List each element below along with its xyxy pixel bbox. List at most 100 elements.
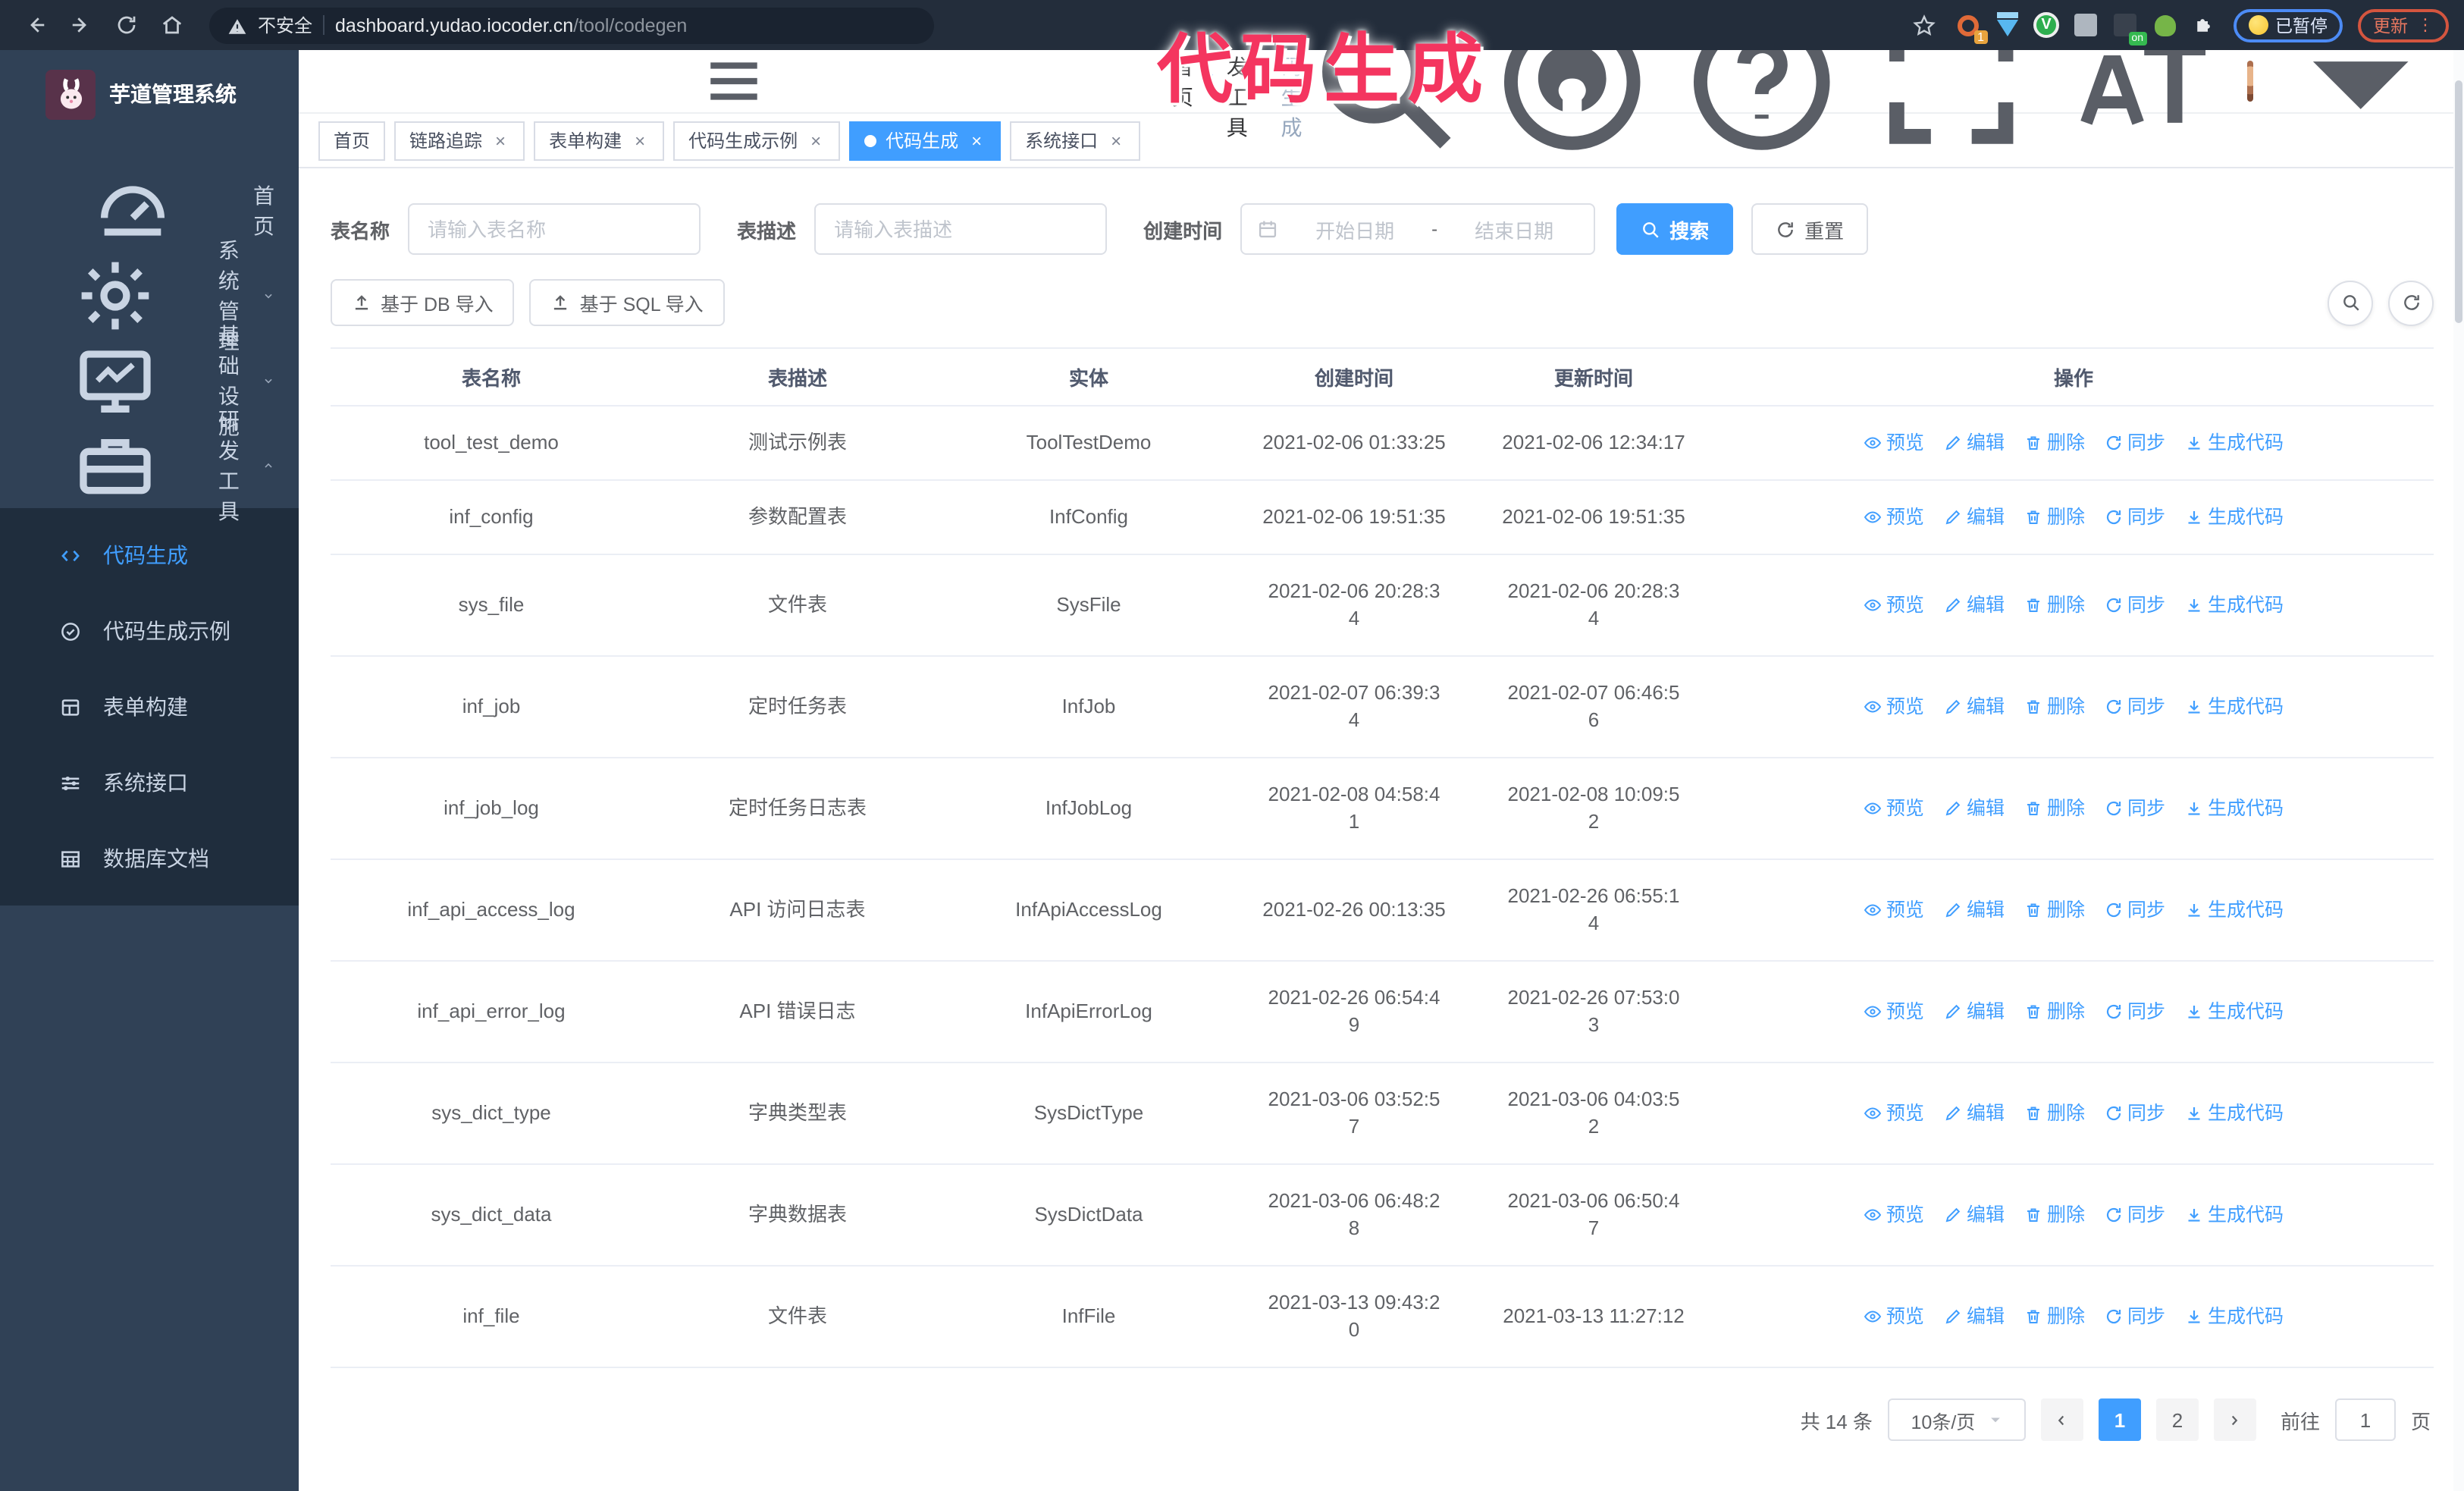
extension-icon-on[interactable]: on <box>2108 8 2146 45</box>
sidebar-item-codegen-example[interactable]: 代码生成示例 <box>0 593 299 669</box>
preview-link[interactable]: 预览 <box>1864 1201 1924 1229</box>
browser-back-button[interactable] <box>15 5 55 45</box>
delete-link[interactable]: 删除 <box>2024 795 2085 822</box>
tab-system-api[interactable]: 系统接口 × <box>1010 121 1141 160</box>
user-avatar[interactable] <box>2247 61 2254 102</box>
sidebar-item-dev-tools[interactable]: 研发工具 <box>0 408 299 523</box>
page-button-2[interactable]: 2 <box>2155 1398 2199 1441</box>
preview-link[interactable]: 预览 <box>1864 998 1924 1025</box>
prev-page-button[interactable] <box>2040 1398 2083 1441</box>
edit-link[interactable]: 编辑 <box>1944 1201 2005 1229</box>
browser-forward-button[interactable] <box>61 5 100 45</box>
scrollbar-thumb[interactable] <box>2455 80 2462 323</box>
preview-link[interactable]: 预览 <box>1864 693 1924 720</box>
close-icon[interactable]: × <box>1107 130 1125 151</box>
reset-button[interactable]: 重置 <box>1751 203 1869 255</box>
edit-link[interactable]: 编辑 <box>1944 592 2005 619</box>
goto-page-input[interactable] <box>2334 1398 2396 1441</box>
sync-link[interactable]: 同步 <box>2105 592 2165 619</box>
preview-link[interactable]: 预览 <box>1864 592 1924 619</box>
extension-icon-gem[interactable] <box>1990 8 2024 42</box>
sync-link[interactable]: 同步 <box>2105 998 2165 1025</box>
sync-link[interactable]: 同步 <box>2105 504 2165 531</box>
generate-code-link[interactable]: 生成代码 <box>2185 1100 2284 1127</box>
sidebar-item-codegen[interactable]: 代码生成 <box>0 517 299 593</box>
delete-link[interactable]: 删除 <box>2024 896 2085 924</box>
browser-reload-button[interactable] <box>106 5 146 45</box>
sidebar-item-infrastructure[interactable]: 基础设施 <box>0 323 299 438</box>
browser-home-button[interactable] <box>152 5 191 45</box>
preview-link[interactable]: 预览 <box>1864 1303 1924 1330</box>
paused-badge[interactable]: 已暂停 <box>2233 8 2343 42</box>
sidebar-item-system-management[interactable]: 系统管理 <box>0 238 299 353</box>
extension-icon-orange[interactable]: 1 <box>1951 8 1987 43</box>
generate-code-link[interactable]: 生成代码 <box>2185 429 2284 457</box>
generate-code-link[interactable]: 生成代码 <box>2185 693 2284 720</box>
end-date-placeholder[interactable]: 结束日期 <box>1450 215 1578 243</box>
app-logo-row[interactable]: 芋道管理系统 <box>0 50 299 138</box>
preview-link[interactable]: 预览 <box>1864 896 1924 924</box>
preview-link[interactable]: 预览 <box>1864 429 1924 457</box>
edit-link[interactable]: 编辑 <box>1944 795 2005 822</box>
preview-link[interactable]: 预览 <box>1864 795 1924 822</box>
address-bar[interactable]: 不安全 dashboard.yudao.iocoder.cn/tool/code… <box>209 7 934 43</box>
table-desc-input[interactable] <box>814 203 1108 255</box>
sync-link[interactable]: 同步 <box>2105 693 2165 720</box>
next-page-button[interactable] <box>2213 1398 2256 1441</box>
edit-link[interactable]: 编辑 <box>1944 693 2005 720</box>
extension-icon-gray[interactable] <box>2069 8 2102 42</box>
generate-code-link[interactable]: 生成代码 <box>2185 592 2284 619</box>
tab-home[interactable]: 首页 <box>318 121 386 160</box>
sidebar-toggle-hamburger-icon[interactable] <box>320 50 1148 112</box>
sidebar-item-system-api[interactable]: 系统接口 <box>0 745 299 821</box>
delete-link[interactable]: 删除 <box>2024 693 2085 720</box>
close-icon[interactable]: × <box>631 130 649 151</box>
import-sql-button[interactable]: 基于 SQL 导入 <box>529 279 725 326</box>
page-button-1[interactable]: 1 <box>2098 1398 2141 1441</box>
generate-code-link[interactable]: 生成代码 <box>2185 795 2284 822</box>
delete-link[interactable]: 删除 <box>2024 504 2085 531</box>
close-icon[interactable]: × <box>967 130 986 151</box>
generate-code-link[interactable]: 生成代码 <box>2185 504 2284 531</box>
import-db-button[interactable]: 基于 DB 导入 <box>331 279 515 326</box>
delete-link[interactable]: 删除 <box>2024 1100 2085 1127</box>
tab-codegen-active[interactable]: 代码生成 × <box>849 121 1002 160</box>
close-icon[interactable]: × <box>807 130 825 151</box>
sidebar-item-db-doc[interactable]: 数据库文档 <box>0 821 299 896</box>
sidebar-item-home[interactable]: 首页 <box>0 168 299 253</box>
table-name-input[interactable] <box>408 203 701 255</box>
close-icon[interactable]: × <box>491 130 509 151</box>
update-button[interactable]: 更新 ⋮ <box>2358 8 2449 42</box>
page-size-select[interactable]: 10条/页 <box>1887 1398 2026 1441</box>
extension-icon-v[interactable]: V <box>2030 8 2063 42</box>
edit-link[interactable]: 编辑 <box>1944 896 2005 924</box>
search-button[interactable]: 搜索 <box>1616 203 1734 255</box>
refresh-table-button[interactable] <box>2388 280 2434 325</box>
start-date-placeholder[interactable]: 开始日期 <box>1290 215 1419 243</box>
delete-link[interactable]: 删除 <box>2024 1303 2085 1330</box>
edit-link[interactable]: 编辑 <box>1944 1100 2005 1127</box>
security-label[interactable]: 不安全 <box>258 12 312 38</box>
window-scrollbar[interactable] <box>2453 50 2464 1491</box>
generate-code-link[interactable]: 生成代码 <box>2185 998 2284 1025</box>
bookmark-star-icon[interactable] <box>1911 13 1936 37</box>
generate-code-link[interactable]: 生成代码 <box>2185 1201 2284 1229</box>
sync-link[interactable]: 同步 <box>2105 1303 2165 1330</box>
edit-link[interactable]: 编辑 <box>1944 1303 2005 1330</box>
extension-icon-monkey[interactable] <box>2148 8 2181 42</box>
delete-link[interactable]: 删除 <box>2024 998 2085 1025</box>
sync-link[interactable]: 同步 <box>2105 1201 2165 1229</box>
preview-link[interactable]: 预览 <box>1864 1100 1924 1127</box>
generate-code-link[interactable]: 生成代码 <box>2185 1303 2284 1330</box>
delete-link[interactable]: 删除 <box>2024 592 2085 619</box>
date-range-picker[interactable]: 开始日期 - 结束日期 <box>1240 203 1596 255</box>
delete-link[interactable]: 删除 <box>2024 1201 2085 1229</box>
delete-link[interactable]: 删除 <box>2024 429 2085 457</box>
tab-trace[interactable]: 链路追踪 × <box>394 121 525 160</box>
toggle-search-button[interactable] <box>2328 280 2373 325</box>
kebab-menu-icon[interactable]: ⋮ <box>2417 15 2434 35</box>
edit-link[interactable]: 编辑 <box>1944 429 2005 457</box>
sidebar-item-form-builder[interactable]: 表单构建 <box>0 669 299 745</box>
tab-form-builder[interactable]: 表单构建 × <box>534 121 665 160</box>
edit-link[interactable]: 编辑 <box>1944 998 2005 1025</box>
